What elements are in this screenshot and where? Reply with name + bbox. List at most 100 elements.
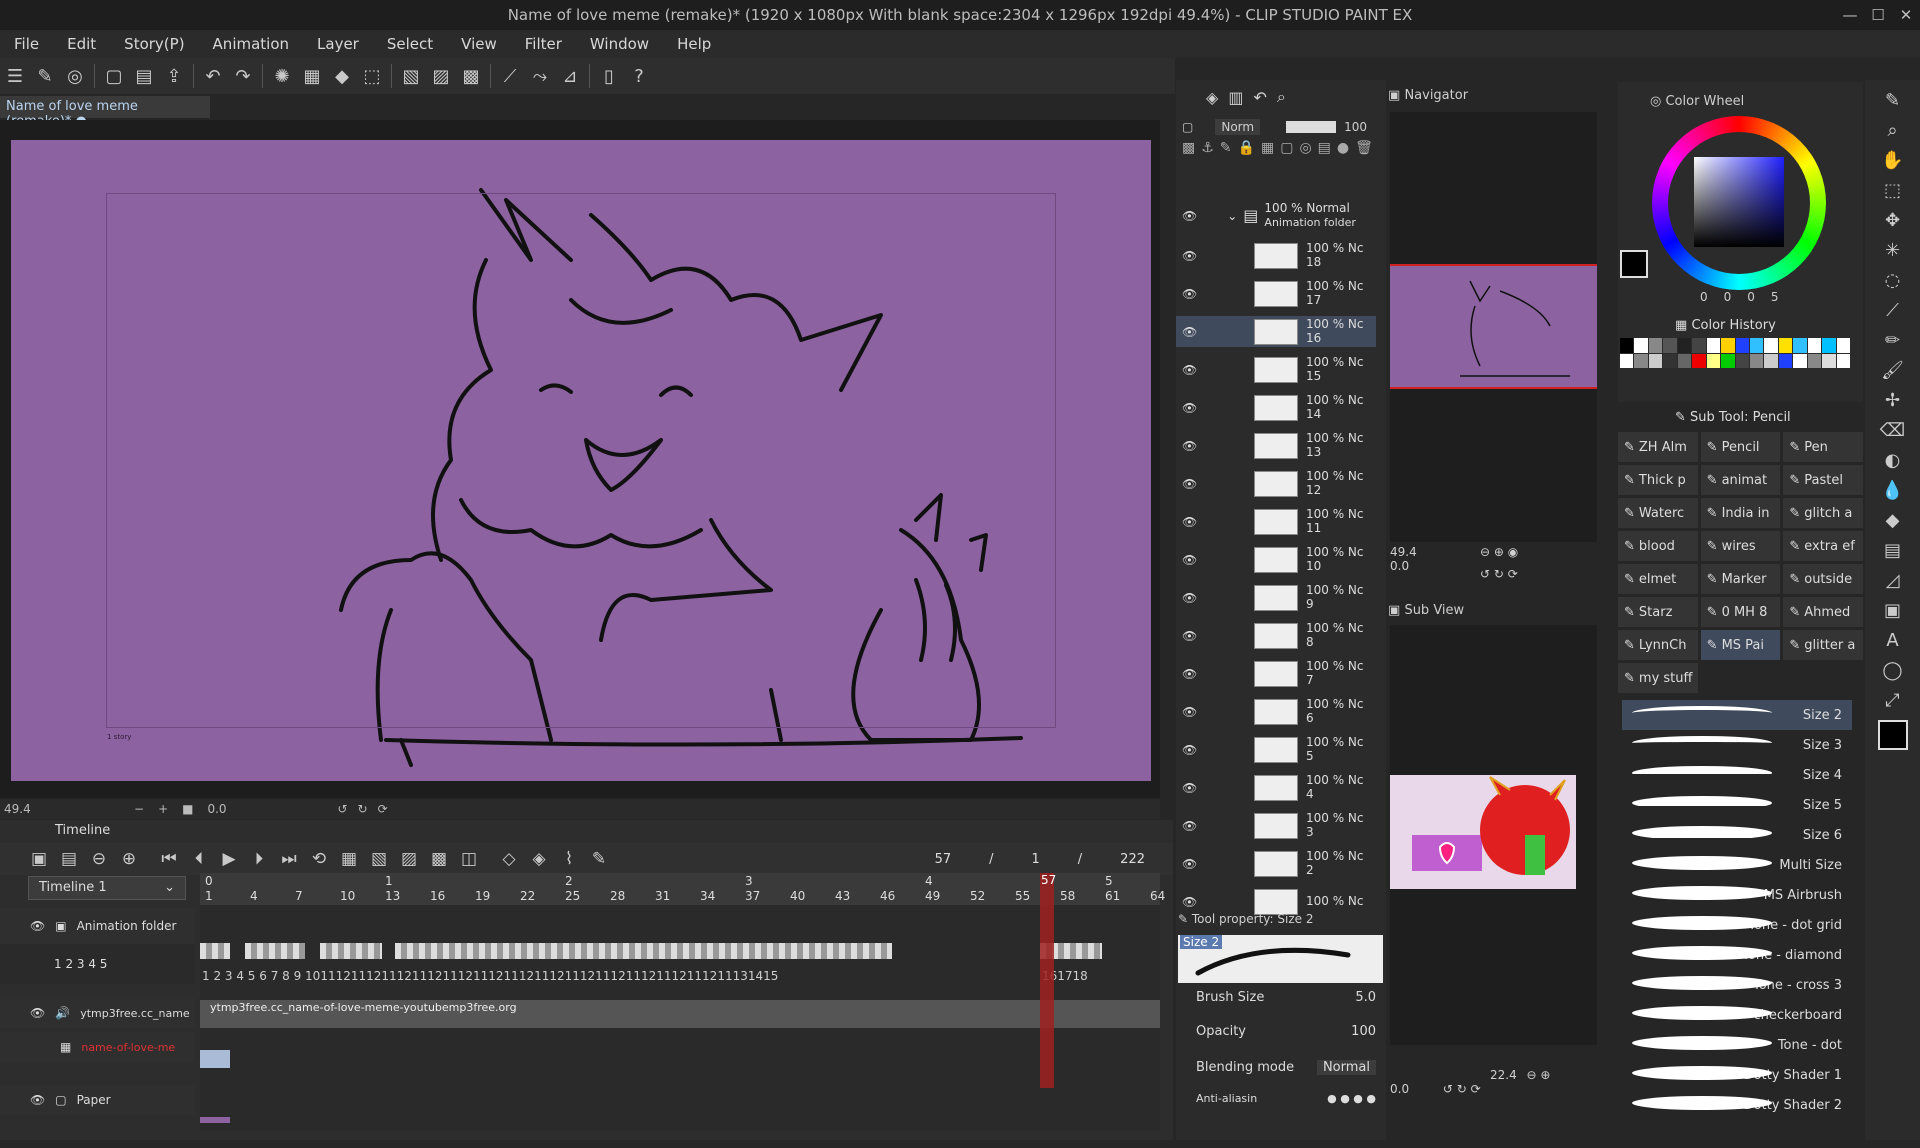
subtool-item[interactable]: ✎ Starz (1618, 597, 1698, 627)
snap-special-icon[interactable]: ⤳ (525, 61, 555, 91)
eyedropper-icon[interactable]: ⟋ (1886, 300, 1899, 324)
menu-window[interactable]: Window (576, 35, 663, 53)
eye-icon[interactable]: 👁 (30, 1093, 45, 1107)
tl-layer-audio[interactable]: 👁 🔊 ytmp3free.cc_name (0, 998, 195, 1028)
zoom-out-timeline-icon[interactable]: ⊖ (84, 844, 114, 874)
last-frame-icon[interactable]: ⏭ (274, 844, 304, 874)
layer-row[interactable]: 👁 100 % Nc 16 (1176, 316, 1376, 347)
color-swatch[interactable] (1778, 353, 1793, 368)
new-raster-icon[interactable]: ▢ (1280, 140, 1293, 200)
opacity-row[interactable]: Opacity 100 (1196, 1024, 1376, 1039)
decorate-icon[interactable]: ✢ (1885, 390, 1900, 414)
subtool-item[interactable]: ✎ Pencil (1700, 432, 1781, 462)
show-area-icon[interactable]: ▩ (456, 61, 486, 91)
layer-row[interactable]: 👁 100 % Nc 3 (1176, 810, 1376, 841)
menu-select[interactable]: Select (373, 35, 447, 53)
brush-preset[interactable]: Size 2 (1622, 700, 1852, 730)
brush-preset[interactable]: Size 3 (1622, 730, 1852, 760)
subtool-item[interactable]: ✎ Pastel (1783, 465, 1863, 495)
color-swatch[interactable] (1749, 338, 1764, 353)
rotate-left-icon[interactable]: ↺ (337, 802, 347, 816)
fill-select-icon[interactable]: ▦ (297, 61, 327, 91)
keyframe-icon[interactable]: ◇ (494, 844, 524, 874)
color-swatch[interactable] (1735, 338, 1749, 353)
zoom-out-icon[interactable]: − (134, 802, 144, 816)
color-swatch[interactable] (1620, 353, 1634, 368)
mask-icon[interactable]: ● (1337, 140, 1349, 200)
color-swatch[interactable] (1836, 338, 1850, 353)
export-icon[interactable]: ⇪ (159, 61, 189, 91)
subtool-item[interactable]: ✎ Pen (1783, 432, 1863, 462)
eye-icon[interactable]: 👁 (1182, 325, 1197, 339)
subtool-item[interactable]: ✎ extra ef (1783, 531, 1863, 561)
brush-preset[interactable]: Tone - cross 3 (1622, 970, 1852, 1000)
layer-row[interactable]: 👁 100 % Nc 12 (1176, 468, 1376, 499)
gradient-icon[interactable]: ▤ (1884, 540, 1901, 564)
antialias-options-icon[interactable]: ● ● ● ● (1327, 1092, 1376, 1105)
color-swatch[interactable] (1807, 353, 1822, 368)
playhead[interactable] (1040, 873, 1054, 1088)
eye-icon[interactable]: 👁 (30, 919, 45, 933)
lasso-icon[interactable]: ◌ (1885, 270, 1901, 294)
drop-icon[interactable]: 💧 (1881, 480, 1903, 504)
specify-cel-icon[interactable]: ▩ (424, 844, 454, 874)
minimize-icon[interactable]: — (1840, 0, 1860, 30)
next-frame-icon[interactable]: ⏵ (244, 844, 274, 874)
color-swatch[interactable] (1778, 338, 1793, 353)
zoom-buttons-icon[interactable]: ⊖ ⊕ (1527, 1068, 1551, 1082)
subtool-item[interactable]: ✎ animat (1700, 465, 1781, 495)
speaker-icon[interactable]: 🔊 (55, 1006, 70, 1020)
color-swatch[interactable] (1692, 353, 1706, 368)
angle-value[interactable]: 0.0 (207, 802, 267, 816)
balloon-icon[interactable]: ◯ (1882, 660, 1902, 684)
eye-icon[interactable]: 👁 (1182, 249, 1197, 263)
figure-icon[interactable]: ◿ (1886, 570, 1900, 594)
subtool-item[interactable]: ✎ my stuff (1618, 663, 1698, 693)
timeline-menu-icon[interactable]: ▣ (24, 844, 54, 874)
blend-select[interactable]: Normal (1316, 1060, 1376, 1075)
hand-icon[interactable]: ✋ (1881, 150, 1903, 174)
brush-preset[interactable]: Multi Size (1622, 850, 1852, 880)
new-cel-icon[interactable]: ▦ (334, 844, 364, 874)
color-swatch[interactable] (1692, 338, 1706, 353)
cel-block[interactable] (245, 943, 305, 959)
ref-icon[interactable]: ⚓ (1201, 140, 1214, 200)
rotate-buttons-icon[interactable]: ↺ ↻ ⟳ (1480, 567, 1518, 581)
subtool-item[interactable]: ✎ MS Pai (1700, 630, 1781, 660)
eye-icon[interactable]: 👁 (1182, 895, 1197, 909)
layer-row[interactable]: 👁 100 % Nc 15 (1176, 354, 1376, 385)
menu-story[interactable]: Story(P) (110, 35, 198, 53)
subtool-item[interactable]: ✎ Marker (1700, 564, 1781, 594)
color-swatch[interactable] (1677, 353, 1692, 368)
eye-icon[interactable]: 👁 (30, 1006, 45, 1020)
delete-layer-icon[interactable]: 🗑 (1355, 140, 1373, 200)
layer-property-tab-icon[interactable]: ▥ (1228, 88, 1243, 107)
correct-line-icon[interactable]: ⤢ (1885, 690, 1899, 714)
layer-row[interactable]: 👁 100 % Nc 10 (1176, 544, 1376, 575)
move-icon[interactable]: ✥ (1885, 210, 1900, 234)
brush-preset[interactable]: MS Airbrush (1622, 880, 1852, 910)
close-icon[interactable]: ✕ (1896, 0, 1916, 30)
undo-icon[interactable]: ↶ (198, 61, 228, 91)
eye-icon[interactable]: 👁 (1182, 743, 1197, 757)
eye-icon[interactable]: 👁 (1182, 287, 1197, 301)
layer-row[interactable]: 👁 100 % Nc 13 (1176, 430, 1376, 461)
color-swatch[interactable] (1735, 353, 1749, 368)
subtool-item[interactable]: ✎ LynnCh (1618, 630, 1698, 660)
color-swatch[interactable] (1721, 338, 1735, 353)
color-swatch[interactable] (1836, 353, 1850, 368)
subtool-item[interactable]: ✎ India in (1700, 498, 1781, 528)
rotate-buttons-icon[interactable]: ↺ ↻ ⟳ (1443, 1082, 1481, 1096)
subtool-item[interactable]: ✎ wires (1700, 531, 1781, 561)
brush-preset[interactable]: Size 4 (1622, 760, 1852, 790)
antialias-row[interactable]: Anti-aliasin ● ● ● ● (1196, 1092, 1376, 1105)
delete-cel-icon[interactable]: ▨ (394, 844, 424, 874)
layer-row[interactable]: 👁 100 % Nc 17 (1176, 278, 1376, 309)
subtool-item[interactable]: ✎ Ahmed (1783, 597, 1863, 627)
subtool-item[interactable]: ✎ glitter a (1783, 630, 1863, 660)
menu-filter[interactable]: Filter (511, 35, 576, 53)
main-color-swatch[interactable] (1620, 250, 1648, 278)
document-tab[interactable]: Name of love meme (remake)* ● (0, 96, 210, 129)
brush-preset[interactable]: Dotty Shader 2 (1622, 1090, 1852, 1120)
assign-cel-icon[interactable]: ▧ (364, 844, 394, 874)
